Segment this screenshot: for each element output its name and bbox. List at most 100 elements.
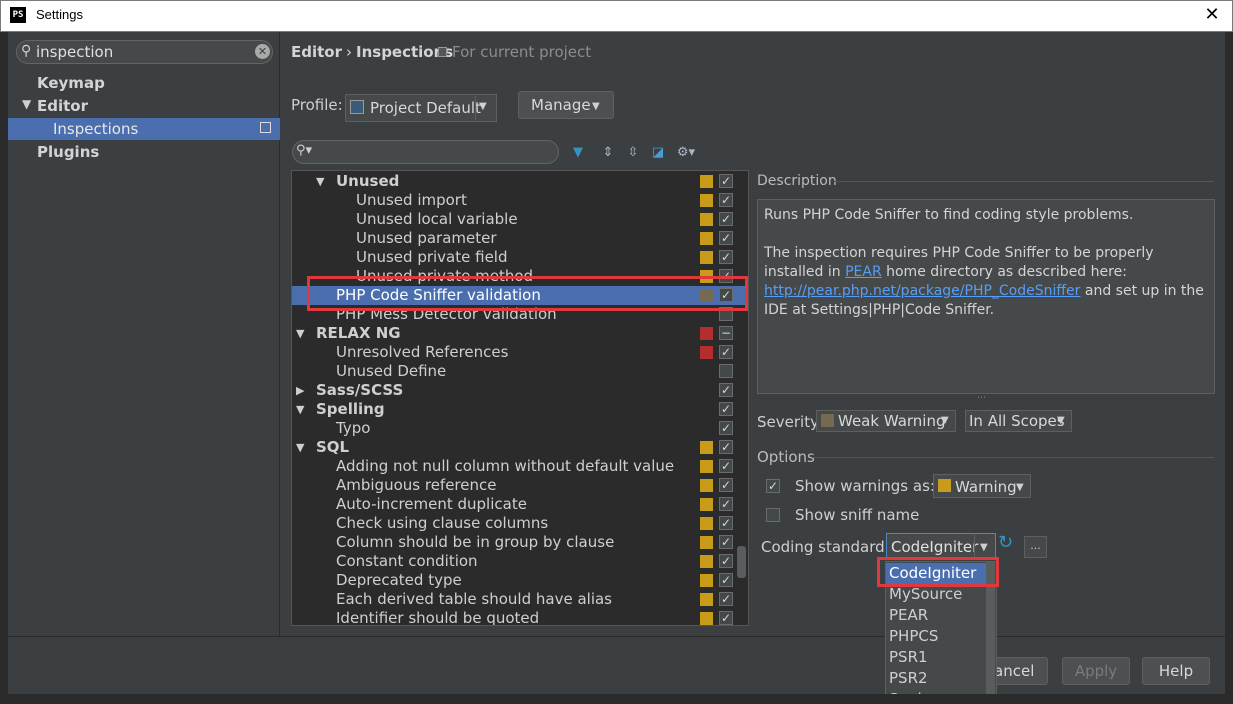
- expand-all-icon[interactable]: ⇕: [600, 145, 616, 161]
- show-sniff-name-checkbox[interactable]: [766, 508, 780, 522]
- list-scrollbar[interactable]: [986, 562, 995, 704]
- chevron-down-icon[interactable]: ▼: [1016, 482, 1024, 493]
- refresh-icon[interactable]: ↻: [998, 532, 1013, 553]
- settings-search-value[interactable]: inspection: [36, 43, 113, 61]
- chevron-down-icon[interactable]: ▼: [980, 542, 988, 553]
- dropdown-option[interactable]: MySource: [886, 584, 986, 605]
- search-icon[interactable]: ⚲▾: [296, 143, 312, 158]
- chevron-down-icon[interactable]: ▼: [941, 415, 949, 426]
- dropdown-option[interactable]: PSR2: [886, 668, 986, 689]
- tree-row-checkbox[interactable]: ✓: [719, 421, 733, 435]
- coding-standard-value[interactable]: CodeIgniter: [891, 538, 978, 556]
- tree-row[interactable]: PHP Mess Detector validation: [292, 305, 748, 324]
- tree-row[interactable]: Unused Define: [292, 362, 748, 381]
- tree-row-checkbox[interactable]: ✓: [719, 573, 733, 587]
- chevron-down-icon[interactable]: ▼: [479, 101, 487, 112]
- sidebar-item-inspections-selected[interactable]: [8, 118, 280, 140]
- manage-button-label[interactable]: Manage: [531, 96, 591, 114]
- expand-arrow-icon[interactable]: ▼: [22, 97, 31, 111]
- tree-row[interactable]: ▼ RELAX NG −: [292, 324, 748, 343]
- browse-button[interactable]: ...: [1024, 536, 1047, 558]
- collapse-arrow-icon[interactable]: ▼: [316, 172, 324, 191]
- tree-row[interactable]: Each derived table should have alias ✓: [292, 590, 748, 609]
- dropdown-option[interactable]: CodeIgniter: [886, 563, 986, 584]
- tree-row-checkbox[interactable]: ✓: [719, 459, 733, 473]
- tree-row-checkbox[interactable]: ✓: [719, 478, 733, 492]
- tree-row[interactable]: ▼ Spelling ✓: [292, 400, 748, 419]
- sidebar-item-inspections[interactable]: Inspections: [53, 120, 138, 138]
- tree-row-checkbox[interactable]: ✓: [719, 345, 733, 359]
- severity-value[interactable]: Weak Warning: [838, 412, 946, 430]
- tree-row-checkbox[interactable]: ✓: [719, 174, 733, 188]
- scope-value[interactable]: In All Scopes: [969, 412, 1065, 430]
- inspection-filter-input[interactable]: [292, 140, 559, 164]
- tree-row-checkbox[interactable]: [719, 307, 733, 321]
- apply-button[interactable]: Apply: [1062, 657, 1130, 685]
- help-button[interactable]: Help: [1142, 657, 1210, 685]
- pear-package-link[interactable]: http://pear.php.net/package/PHP_CodeSnif…: [764, 283, 1080, 299]
- tree-row[interactable]: Auto-increment duplicate ✓: [292, 495, 748, 514]
- tree-row-checkbox[interactable]: ✓: [719, 231, 733, 245]
- tree-row[interactable]: Ambiguous reference ✓: [292, 476, 748, 495]
- tree-row[interactable]: Unused private method ✓: [292, 267, 748, 286]
- tree-row-checkbox[interactable]: ✓: [719, 592, 733, 606]
- tree-row-checkbox[interactable]: ✓: [719, 383, 733, 397]
- expand-arrow-icon[interactable]: ▶: [296, 381, 304, 400]
- tree-row-checkbox[interactable]: ✓: [719, 212, 733, 226]
- clear-search-icon[interactable]: ✕: [255, 44, 270, 59]
- tree-row-checkbox[interactable]: ✓: [719, 611, 733, 625]
- tree-row-checkbox[interactable]: ✓: [719, 269, 733, 283]
- tree-row[interactable]: Constant condition ✓: [292, 552, 748, 571]
- inspection-tree[interactable]: ▼ Unused ✓ Unused import ✓ Unused local varia…: [291, 170, 749, 626]
- tree-row[interactable]: Adding not null column without default v…: [292, 457, 748, 476]
- tree-row[interactable]: Deprecated type ✓: [292, 571, 748, 590]
- tree-row-checkbox[interactable]: ✓: [719, 554, 733, 568]
- tree-row[interactable]: ▼ Unused ✓: [292, 172, 748, 191]
- collapse-arrow-icon[interactable]: ▼: [296, 438, 304, 457]
- tree-row[interactable]: ▶ Sass/SCSS ✓: [292, 381, 748, 400]
- warnings-value[interactable]: Warning: [955, 478, 1017, 496]
- tree-row[interactable]: Unused parameter ✓: [292, 229, 748, 248]
- tree-row-checkbox[interactable]: ✓: [719, 535, 733, 549]
- tree-row[interactable]: Typo ✓: [292, 419, 748, 438]
- dropdown-option[interactable]: PEAR: [886, 605, 986, 626]
- sidebar-item-plugins[interactable]: Plugins: [37, 143, 99, 161]
- sidebar-item-editor[interactable]: Editor: [37, 97, 88, 115]
- show-warnings-checkbox[interactable]: ✓: [766, 479, 780, 493]
- tree-row-checkbox[interactable]: [719, 364, 733, 378]
- tree-row-checkbox[interactable]: ✓: [719, 288, 733, 302]
- tree-row[interactable]: Unused private field ✓: [292, 248, 748, 267]
- tree-row[interactable]: Column should be in group by clause ✓: [292, 533, 748, 552]
- tree-row[interactable]: PHP Code Sniffer validation ✓: [292, 286, 748, 305]
- profile-value[interactable]: Project Default: [370, 99, 481, 117]
- chevron-down-icon[interactable]: ▼: [592, 101, 600, 112]
- tree-row[interactable]: ▼ SQL ✓: [292, 438, 748, 457]
- tree-row[interactable]: Unused import ✓: [292, 191, 748, 210]
- tree-scrollbar[interactable]: [737, 546, 746, 578]
- tree-row-checkbox[interactable]: ✓: [719, 440, 733, 454]
- dropdown-option[interactable]: PHPCS: [886, 626, 986, 647]
- sidebar-item-keymap[interactable]: Keymap: [37, 74, 105, 92]
- tree-row-checkbox[interactable]: ✓: [719, 193, 733, 207]
- tree-row-checkbox[interactable]: ✓: [719, 516, 733, 530]
- tree-row[interactable]: Check using clause columns ✓: [292, 514, 748, 533]
- reset-eraser-icon[interactable]: ◪: [650, 145, 666, 161]
- tree-row-checkbox[interactable]: −: [719, 326, 733, 340]
- tree-row-checkbox[interactable]: ✓: [719, 250, 733, 264]
- tree-row[interactable]: Unused local variable ✓: [292, 210, 748, 229]
- tree-row[interactable]: Identifier should be quoted ✓: [292, 609, 748, 625]
- pear-link[interactable]: PEAR: [845, 264, 882, 280]
- collapse-arrow-icon[interactable]: ▼: [296, 324, 304, 343]
- chevron-down-icon[interactable]: ▼: [1057, 415, 1065, 426]
- dropdown-option[interactable]: PSR1: [886, 647, 986, 668]
- resize-grip[interactable]: ⋯: [977, 393, 986, 403]
- tree-row-checkbox[interactable]: ✓: [719, 402, 733, 416]
- gear-icon[interactable]: ⚙▾: [676, 145, 696, 161]
- collapse-all-icon[interactable]: ⇳: [625, 145, 641, 161]
- breadcrumb-parent[interactable]: Editor: [291, 43, 342, 61]
- tree-row-checkbox[interactable]: ✓: [719, 497, 733, 511]
- tree-row[interactable]: Unresolved References ✓: [292, 343, 748, 362]
- close-icon[interactable]: ✕: [1200, 2, 1224, 28]
- collapse-arrow-icon[interactable]: ▼: [296, 400, 304, 419]
- coding-standard-list[interactable]: CodeIgniterMySourcePEARPHPCSPSR1PSR2Squi…: [885, 561, 997, 704]
